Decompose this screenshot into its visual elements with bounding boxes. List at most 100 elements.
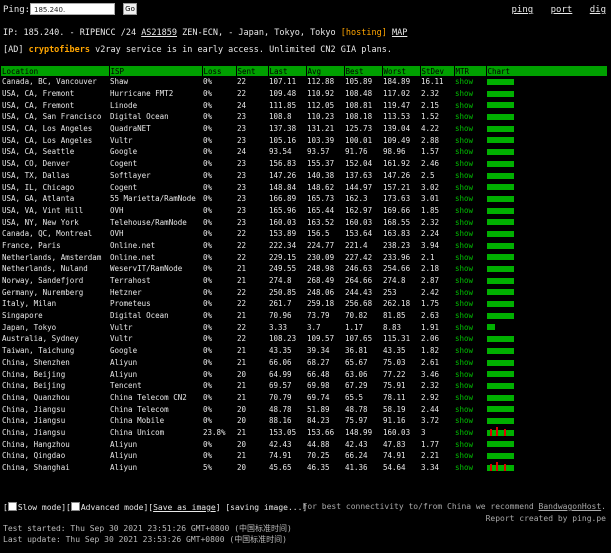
cell-best: 75.97	[345, 416, 368, 426]
mtr-show-link[interactable]: show	[455, 428, 473, 437]
bandwagonhost-link[interactable]: BandwagonHost	[539, 502, 602, 511]
mtr-show-link[interactable]: show	[455, 124, 473, 133]
mtr-show-link[interactable]: show	[455, 112, 473, 121]
table-row: Netherlands, Amsterdam Online.net 0% 22 229.…	[1, 251, 607, 263]
mtr-show-link[interactable]: show	[455, 370, 473, 379]
cell-last: 222.34	[269, 240, 297, 250]
cell-worst: 115.31	[383, 334, 411, 344]
ping-link[interactable]: ping	[512, 5, 534, 15]
mtr-show-link[interactable]: show	[455, 229, 473, 238]
dig-link[interactable]: dig	[590, 5, 606, 15]
mtr-show-link[interactable]: show	[455, 288, 473, 297]
mtr-show-link[interactable]: show	[455, 147, 473, 156]
ad-link[interactable]: cryptofibers	[29, 45, 90, 55]
column-header: Avg	[306, 66, 345, 76]
loss-spike	[490, 464, 492, 472]
mtr-show-link[interactable]: show	[455, 159, 473, 168]
cell-stdev: 3.72	[421, 416, 440, 426]
cell-isp: Softlayer	[110, 170, 151, 180]
cell-best: 105.89	[345, 77, 373, 87]
mtr-show-link[interactable]: show	[455, 334, 473, 343]
table-row: USA, TX, Dallas Softlayer 0% 23 147.26 140.38…	[1, 170, 607, 182]
cell-last: 274.8	[269, 276, 292, 286]
table-row: China, Shanghai Aliyun 5% 20 45.65 46.35 41.36…	[1, 462, 607, 474]
cell-best: 227.42	[345, 252, 373, 262]
cell-stdev: 1.57	[421, 147, 440, 157]
cell-chart	[486, 205, 607, 217]
save-image-link[interactable]: Save as image	[153, 503, 216, 512]
latency-bar	[487, 195, 514, 202]
cell-mtr: show	[454, 263, 486, 275]
cell-last: 48.78	[269, 404, 292, 414]
mtr-show-link[interactable]: show	[455, 358, 473, 367]
cell-sent: 21	[237, 381, 247, 391]
recommend-text: For best connectivity to/from China we r…	[302, 502, 539, 511]
mtr-show-link[interactable]: show	[455, 101, 473, 110]
mtr-show-link[interactable]: show	[455, 194, 473, 203]
table-row: Norway, Sandefjord Terrahost 0% 21 274.8 268.…	[1, 275, 607, 287]
cell-sent: 23	[237, 159, 247, 169]
mtr-show-link[interactable]: show	[455, 253, 473, 262]
go-button[interactable]: Go	[123, 3, 137, 15]
mtr-show-link[interactable]: show	[455, 241, 473, 250]
mtr-show-link[interactable]: show	[455, 405, 473, 414]
cell-best: 256.68	[345, 299, 373, 309]
mtr-show-link[interactable]: show	[455, 299, 473, 308]
column-header: ISP	[109, 66, 203, 76]
mtr-show-link[interactable]: show	[455, 206, 473, 215]
pingpe-link[interactable]: ping.pe	[572, 514, 606, 523]
cell-avg: 248.06	[307, 287, 335, 297]
cell-last: 88.16	[269, 416, 292, 426]
port-link[interactable]: port	[551, 5, 573, 15]
cell-isp: Telehouse/RamNode	[110, 217, 187, 227]
map-link[interactable]: MAP	[392, 28, 407, 38]
cell-sent: 23	[237, 182, 247, 192]
mtr-show-link[interactable]: show	[455, 171, 473, 180]
mtr-show-link[interactable]: show	[455, 183, 473, 192]
mtr-show-link[interactable]: show	[455, 136, 473, 145]
latency-bar	[487, 394, 514, 401]
table-row: Singapore Digital Ocean 0% 21 70.96 73.79 70.8…	[1, 310, 607, 322]
cell-avg: 112.05	[307, 100, 335, 110]
mtr-show-link[interactable]: show	[455, 218, 473, 227]
mtr-show-link[interactable]: show	[455, 264, 473, 273]
report-credit: Report created by ping.pe	[486, 514, 606, 523]
latency-bar	[487, 184, 514, 191]
slow-mode-checkbox[interactable]	[7, 502, 17, 511]
cell-mtr: show	[454, 321, 486, 333]
advanced-mode-checkbox[interactable]	[70, 502, 80, 511]
mtr-show-link[interactable]: show	[455, 77, 473, 86]
mtr-show-link[interactable]: show	[455, 346, 473, 355]
latency-bar	[487, 453, 514, 459]
cell-mtr: show	[454, 205, 486, 217]
asn-link[interactable]: AS21859	[141, 28, 177, 38]
cell-last: 42.43	[269, 439, 292, 449]
cell-mtr: show	[454, 345, 486, 357]
cell-chart	[486, 228, 607, 240]
cell-isp: Shaw	[110, 77, 129, 87]
latency-bar	[487, 266, 514, 272]
cell-chart	[486, 368, 607, 380]
mtr-show-link[interactable]: show	[455, 451, 473, 460]
cell-sent: 20	[237, 404, 247, 414]
cell-location: China, Beijing	[2, 369, 66, 379]
mtr-show-link[interactable]: show	[455, 393, 473, 402]
cell-last: 153.89	[269, 229, 297, 239]
mtr-show-link[interactable]: show	[455, 323, 473, 332]
latency-bar	[487, 312, 514, 319]
mtr-show-link[interactable]: show	[455, 89, 473, 98]
mtr-show-link[interactable]: show	[455, 440, 473, 449]
ping-host-input[interactable]: 185.240.	[30, 3, 115, 15]
mtr-show-link[interactable]: show	[455, 463, 473, 472]
mtr-show-link[interactable]: show	[455, 311, 473, 320]
cell-best: 100.01	[345, 135, 373, 145]
cell-sent: 24	[237, 147, 247, 157]
column-header: Last	[268, 66, 307, 76]
mtr-show-link[interactable]: show	[455, 276, 473, 285]
cell-chart	[486, 76, 607, 88]
cell-last: 66.06	[269, 357, 292, 367]
cell-chart	[486, 462, 607, 474]
mtr-show-link[interactable]: show	[455, 381, 473, 390]
mtr-show-link[interactable]: show	[455, 416, 473, 425]
cell-stdev: 2.87	[421, 276, 440, 286]
